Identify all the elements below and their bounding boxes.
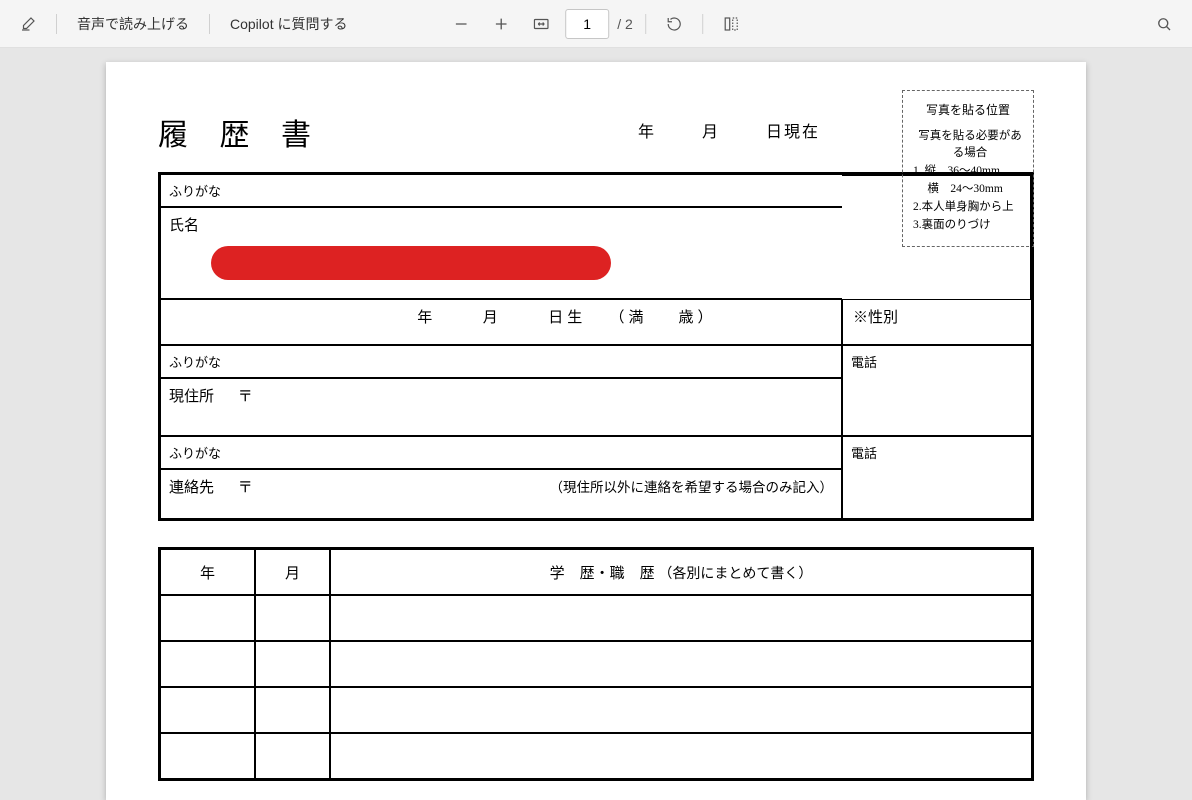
zoom-in-icon[interactable] bbox=[485, 8, 517, 40]
toolbar-center-group: / 2 bbox=[445, 8, 747, 40]
history-header-month: 月 bbox=[255, 549, 330, 595]
contact-label: 連絡先 bbox=[169, 480, 214, 496]
toolbar-separator bbox=[702, 14, 703, 34]
search-icon[interactable] bbox=[1148, 8, 1180, 40]
pdf-viewer[interactable]: 履 歴 書 年 月 日現在 写真を貼る位置 写真を貼る必要がある場合 1. 縦 … bbox=[0, 48, 1192, 800]
telephone-cell: 電話 bbox=[842, 436, 1032, 519]
postal-mark: 〒 bbox=[218, 480, 253, 496]
fit-width-icon[interactable] bbox=[525, 8, 557, 40]
furigana-label: ふりがな bbox=[169, 184, 221, 199]
history-table: 年 月 学 歴・職 歴 （各別にまとめて書く） bbox=[158, 547, 1034, 781]
personal-info-table: ふりがな 氏名 年 月 bbox=[158, 172, 1034, 521]
rotate-icon[interactable] bbox=[658, 8, 690, 40]
gender-cell: ※性別 bbox=[842, 299, 1032, 345]
as-of-date: 年 月 日現在 bbox=[598, 118, 820, 142]
redaction-mark bbox=[211, 246, 611, 280]
table-row bbox=[160, 641, 1032, 687]
furigana-label: ふりがな bbox=[169, 446, 221, 461]
photo-box-title: 写真を貼る位置 bbox=[909, 101, 1027, 120]
telephone-cell: 電話 bbox=[842, 345, 1032, 436]
furigana-label: ふりがな bbox=[169, 355, 221, 370]
address-label: 現住所 bbox=[169, 389, 214, 405]
table-row bbox=[160, 595, 1032, 641]
document-title: 履 歴 書 bbox=[158, 110, 323, 154]
toolbar-separator bbox=[56, 14, 57, 34]
table-row bbox=[160, 733, 1032, 779]
photo-box-line: 1. 縦 36～40mm bbox=[909, 163, 1027, 181]
table-row bbox=[160, 687, 1032, 733]
contact-note: （現住所以外に連絡を希望する場合のみ記入） bbox=[550, 476, 834, 496]
ask-copilot-button[interactable]: Copilot に質問する bbox=[222, 8, 355, 40]
name-label: 氏名 bbox=[169, 218, 199, 234]
toolbar-separator bbox=[209, 14, 210, 34]
page-total-label: / 2 bbox=[617, 16, 633, 32]
page-number-input[interactable] bbox=[565, 9, 609, 39]
photo-box-line: 横 24～30mm bbox=[909, 181, 1027, 199]
zoom-out-icon[interactable] bbox=[445, 8, 477, 40]
document-header: 履 歴 書 年 月 日現在 写真を貼る位置 写真を貼る必要がある場合 1. 縦 … bbox=[158, 110, 1034, 154]
toolbar-separator bbox=[645, 14, 646, 34]
page-view-icon[interactable] bbox=[715, 8, 747, 40]
photo-box-condition: 写真を貼る必要がある場合 bbox=[909, 128, 1027, 164]
pdf-page: 履 歴 書 年 月 日現在 写真を貼る位置 写真を貼る必要がある場合 1. 縦 … bbox=[106, 62, 1086, 800]
history-header-year: 年 bbox=[160, 549, 255, 595]
read-aloud-button[interactable]: 音声で読み上げる bbox=[69, 8, 197, 40]
postal-mark: 〒 bbox=[218, 389, 253, 405]
pdf-toolbar: 音声で読み上げる Copilot に質問する / 2 bbox=[0, 0, 1192, 48]
dob-line: 年 月 日生 （満 歳） bbox=[285, 310, 716, 326]
history-header-main: 学 歴・職 歴 （各別にまとめて書く） bbox=[330, 549, 1032, 595]
toolbar-right-group bbox=[1148, 8, 1180, 40]
draw-erase-icon[interactable] bbox=[12, 8, 44, 40]
